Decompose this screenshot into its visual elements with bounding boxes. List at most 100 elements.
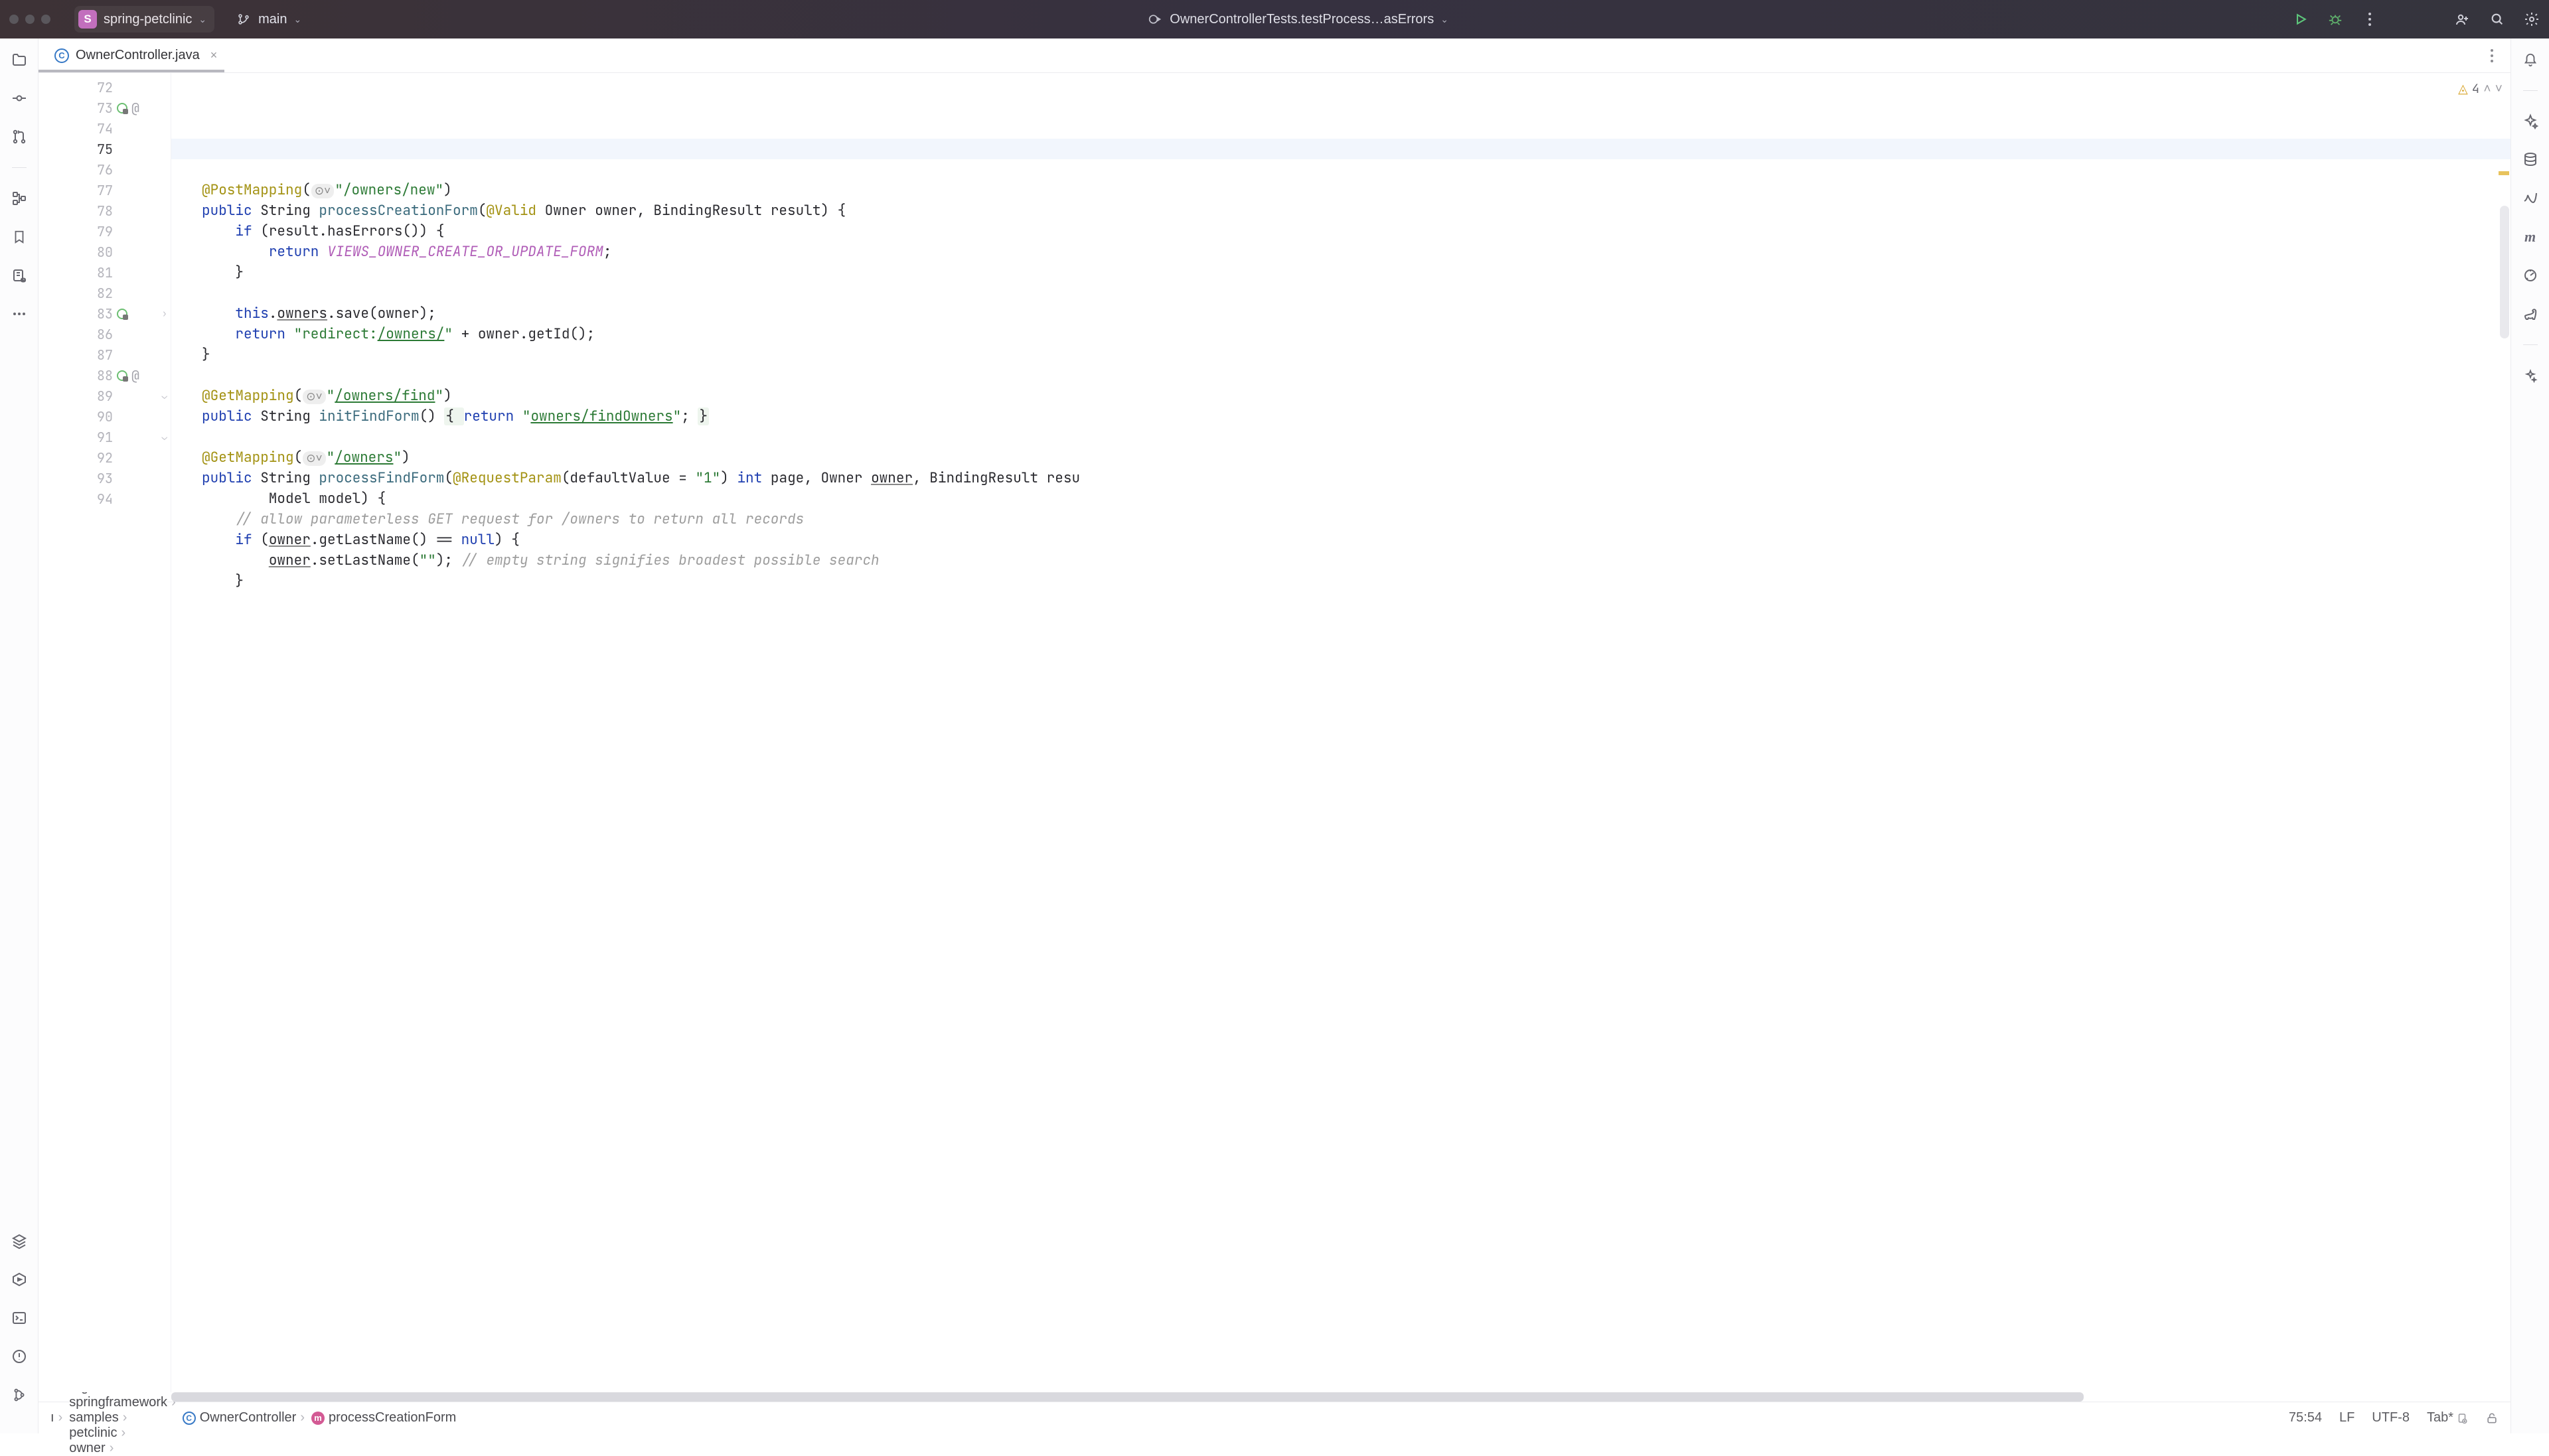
author-gutter-icon[interactable] bbox=[117, 370, 127, 381]
horizontal-scroll-thumb[interactable] bbox=[171, 1392, 2084, 1402]
line-separator[interactable]: LF bbox=[2339, 1410, 2355, 1425]
gutter-line[interactable]: 80 bbox=[39, 242, 171, 262]
annotation-gutter-icon[interactable]: @ bbox=[131, 100, 139, 117]
maven-button[interactable]: m bbox=[2521, 228, 2540, 246]
gutter-line[interactable]: 91⌄ bbox=[39, 427, 171, 447]
gutter-line[interactable]: 74 bbox=[39, 118, 171, 139]
author-gutter-icon[interactable] bbox=[117, 103, 127, 113]
run-button[interactable] bbox=[2293, 11, 2309, 27]
gutter-line[interactable]: 76 bbox=[39, 159, 171, 180]
gutter-line[interactable]: 83› bbox=[39, 303, 171, 324]
vcs-branch-selector[interactable]: main ⌄ bbox=[228, 7, 309, 31]
gutter-line[interactable]: 78 bbox=[39, 200, 171, 221]
run-config-selector[interactable]: OwnerControllerTests.testProcess…asError… bbox=[1147, 11, 1448, 27]
horizontal-scrollbar[interactable] bbox=[171, 1392, 2504, 1402]
caret-position[interactable]: 75:54 bbox=[2289, 1410, 2322, 1425]
right-tool-rail: m bbox=[2510, 38, 2549, 1433]
code-with-me-button[interactable] bbox=[2455, 11, 2471, 27]
structure-tool-button[interactable] bbox=[10, 189, 29, 208]
settings-button[interactable] bbox=[2524, 11, 2540, 27]
ai-assistant-button[interactable] bbox=[2521, 112, 2540, 131]
vcs-tool-button[interactable] bbox=[10, 1386, 29, 1404]
inspections-widget[interactable]: ◬ 4 ˄ ˅ bbox=[2458, 78, 2503, 99]
coverage-button[interactable] bbox=[2521, 189, 2540, 208]
traffic-min[interactable] bbox=[25, 15, 35, 24]
breadcrumb-method[interactable]: m processCreationForm bbox=[311, 1410, 456, 1425]
project-tool-button[interactable] bbox=[10, 50, 29, 69]
tab-more-button[interactable] bbox=[2491, 49, 2493, 62]
gutter-line[interactable]: 87 bbox=[39, 344, 171, 365]
notifications-button[interactable] bbox=[2521, 50, 2540, 69]
more-tools-button[interactable] bbox=[10, 305, 29, 323]
ai-actions-button[interactable] bbox=[2521, 366, 2540, 385]
search-everywhere-button[interactable] bbox=[2489, 11, 2505, 27]
gutter-line[interactable]: 86 bbox=[39, 324, 171, 344]
rail-separator bbox=[12, 167, 27, 168]
gutter-line[interactable]: 82 bbox=[39, 283, 171, 303]
services-tool-button[interactable] bbox=[10, 1270, 29, 1289]
gutter-line[interactable]: 72 bbox=[39, 77, 171, 98]
gutter-line[interactable]: 73@ bbox=[39, 98, 171, 118]
encoding[interactable]: UTF-8 bbox=[2372, 1410, 2410, 1425]
commit-tool-button[interactable] bbox=[10, 89, 29, 108]
gutter-line[interactable]: 90 bbox=[39, 406, 171, 427]
gutter-line[interactable]: 81 bbox=[39, 262, 171, 283]
fold-toggle[interactable]: ⌄ bbox=[162, 390, 167, 402]
bookmarks-tool-button[interactable] bbox=[10, 228, 29, 246]
scrollbar-thumb[interactable] bbox=[2500, 206, 2509, 338]
pull-requests-tool-button[interactable] bbox=[10, 127, 29, 146]
next-highlight-button[interactable]: ˅ bbox=[2495, 78, 2503, 99]
gutter-line[interactable]: 94 bbox=[39, 488, 171, 509]
window-traffic-lights[interactable] bbox=[9, 15, 50, 24]
debug-button[interactable] bbox=[2327, 11, 2343, 27]
terminal-tool-button[interactable] bbox=[10, 1309, 29, 1327]
project-selector[interactable]: S spring-petclinic ⌄ bbox=[74, 6, 214, 33]
traffic-max[interactable] bbox=[41, 15, 50, 24]
layers-tool-button[interactable] bbox=[10, 1232, 29, 1250]
scrollbar-warning-marker[interactable] bbox=[2499, 171, 2509, 175]
gutter-line[interactable]: 93 bbox=[39, 468, 171, 488]
status-right: 75:54 LF UTF-8 Tab* bbox=[2289, 1410, 2499, 1425]
test-config-icon bbox=[1147, 11, 1163, 27]
problems-tool-button[interactable] bbox=[10, 1347, 29, 1366]
prev-highlight-button[interactable]: ˄ bbox=[2483, 78, 2491, 99]
project-name: spring-petclinic bbox=[104, 12, 192, 27]
gutter-line[interactable]: 92 bbox=[39, 447, 171, 468]
code-editor[interactable]: 7273@74757677787980818283›868788@89⌄9091… bbox=[39, 73, 2510, 1392]
database-tool-button[interactable] bbox=[10, 266, 29, 285]
more-actions-button[interactable] bbox=[2362, 11, 2378, 27]
tab-loading-indicator bbox=[39, 70, 224, 72]
breadcrumb-item[interactable]: springframework › bbox=[69, 1395, 176, 1410]
annotation-gutter-icon[interactable]: @ bbox=[131, 367, 139, 384]
breadcrumb-method-name: processCreationForm bbox=[329, 1410, 456, 1425]
breadcrumb-class[interactable]: C OwnerController › bbox=[183, 1410, 305, 1425]
gutter-line[interactable]: 77 bbox=[39, 180, 171, 200]
traffic-close[interactable] bbox=[9, 15, 19, 24]
project-icon: S bbox=[78, 10, 97, 29]
breadcrumb-item[interactable]: samples › bbox=[69, 1410, 176, 1425]
gutter[interactable]: 7273@74757677787980818283›868788@89⌄9091… bbox=[39, 73, 171, 1392]
status-bar: ı› org ›springframework ›samples ›petcli… bbox=[39, 1402, 2510, 1433]
breadcrumb-item[interactable]: owner › bbox=[69, 1441, 176, 1456]
profiler-button[interactable] bbox=[2521, 266, 2540, 285]
gutter-line[interactable]: 79 bbox=[39, 221, 171, 242]
editor-tabs: C OwnerController.java × bbox=[39, 38, 2510, 73]
tab-close-button[interactable]: × bbox=[210, 48, 218, 62]
readonly-toggle[interactable] bbox=[2485, 1412, 2499, 1425]
gutter-line[interactable]: 89⌄ bbox=[39, 386, 171, 406]
indent-settings[interactable]: Tab* bbox=[2427, 1410, 2468, 1425]
chevron-down-icon: ⌄ bbox=[1440, 14, 1448, 25]
gradle-button[interactable] bbox=[2521, 305, 2540, 323]
editor-tab-active[interactable]: C OwnerController.java × bbox=[46, 42, 225, 68]
gutter-line[interactable]: 75 bbox=[39, 139, 171, 159]
fold-toggle[interactable]: ⌄ bbox=[162, 431, 167, 443]
method-icon: m bbox=[311, 1412, 325, 1425]
chevron-down-icon: ⌄ bbox=[293, 14, 301, 25]
branch-name: main bbox=[258, 12, 287, 27]
database-panel-button[interactable] bbox=[2521, 151, 2540, 169]
gutter-line[interactable]: 88@ bbox=[39, 365, 171, 386]
editor-area: C OwnerController.java × 7273@7475767778… bbox=[39, 38, 2510, 1433]
author-gutter-icon[interactable] bbox=[117, 309, 127, 319]
fold-toggle[interactable]: › bbox=[162, 308, 167, 320]
code-text[interactable]: ◬ 4 ˄ ˅ @PostMapping(⊙˅"/owners/new")pub… bbox=[171, 73, 2510, 1392]
